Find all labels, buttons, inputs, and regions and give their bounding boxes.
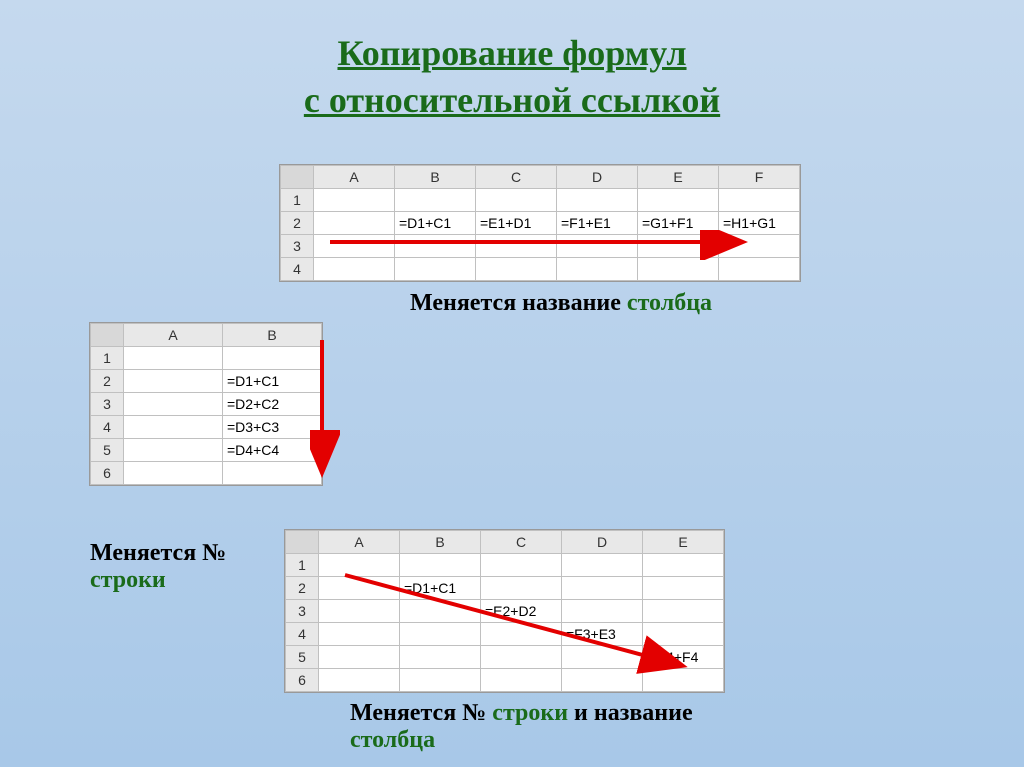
col-header-E: E <box>638 166 719 189</box>
col-header-D: D <box>562 531 643 554</box>
caption-text: и название <box>568 700 693 726</box>
cell: =D1+C1 <box>400 577 481 600</box>
cell: =E1+D1 <box>476 212 557 235</box>
col-header-B: B <box>223 324 322 347</box>
row-header: 2 <box>286 577 319 600</box>
corner-cell <box>91 324 124 347</box>
row-header: 6 <box>91 462 124 485</box>
caption-text: Меняется № <box>350 700 492 726</box>
caption-text-green: столбца <box>350 727 435 753</box>
corner-cell <box>281 166 314 189</box>
caption-text: Меняется название <box>410 290 627 316</box>
row-header: 1 <box>286 554 319 577</box>
col-header-B: B <box>395 166 476 189</box>
row-header: 3 <box>286 600 319 623</box>
row-header: 2 <box>281 212 314 235</box>
caption-text-green: строки <box>492 700 568 726</box>
spreadsheet-diagonal: A B C D E 1 2 =D1+C1 3 =E2+D2 4 =F3+E3 5 =G4… <box>285 530 724 692</box>
cell: =E2+D2 <box>481 600 562 623</box>
cell: =D2+C2 <box>223 393 322 416</box>
caption-column-change: Меняется название столбца <box>410 290 712 317</box>
caption-text: Меняется № <box>90 540 226 566</box>
col-header-F: F <box>719 166 800 189</box>
caption-row-col-change: Меняется № строки и название столбца <box>350 700 693 754</box>
row-header: 5 <box>286 646 319 669</box>
caption-text-green: строки <box>90 567 166 593</box>
title-line1: Копирование формул <box>337 33 686 73</box>
col-header-E: E <box>643 531 724 554</box>
spreadsheet-vertical: A B 1 2 =D1+C1 3 =D2+C2 4 =D3+C3 5 =D4+C4 6 <box>90 323 322 485</box>
row-header: 1 <box>281 189 314 212</box>
row-header: 2 <box>91 370 124 393</box>
cell: =G4+F4 <box>643 646 724 669</box>
row-header: 4 <box>286 623 319 646</box>
caption-text-green: столбца <box>627 290 712 316</box>
row-header: 5 <box>91 439 124 462</box>
row-header: 6 <box>286 669 319 692</box>
row-header: 1 <box>91 347 124 370</box>
row-header: 4 <box>281 258 314 281</box>
cell: =D4+C4 <box>223 439 322 462</box>
corner-cell <box>286 531 319 554</box>
cell: =D1+C1 <box>223 370 322 393</box>
col-header-A: A <box>124 324 223 347</box>
cell: =D3+C3 <box>223 416 322 439</box>
col-header-C: C <box>481 531 562 554</box>
title-line2: с относительной ссылкой <box>304 80 720 120</box>
row-header: 3 <box>91 393 124 416</box>
col-header-A: A <box>319 531 400 554</box>
caption-row-change: Меняется № строки <box>90 540 260 594</box>
spreadsheet-horizontal: A B C D E F 1 2 =D1+C1 =E1+D1 =F1+E1 =G1… <box>280 165 800 281</box>
col-header-D: D <box>557 166 638 189</box>
cell: =H1+G1 <box>719 212 800 235</box>
col-header-A: A <box>314 166 395 189</box>
cell: =G1+F1 <box>638 212 719 235</box>
col-header-C: C <box>476 166 557 189</box>
cell: =F3+E3 <box>562 623 643 646</box>
row-header: 4 <box>91 416 124 439</box>
cell <box>314 212 395 235</box>
row-header: 3 <box>281 235 314 258</box>
cell: =F1+E1 <box>557 212 638 235</box>
page-title: Копирование формул с относительной ссылк… <box>0 0 1024 124</box>
col-header-B: B <box>400 531 481 554</box>
cell: =D1+C1 <box>395 212 476 235</box>
